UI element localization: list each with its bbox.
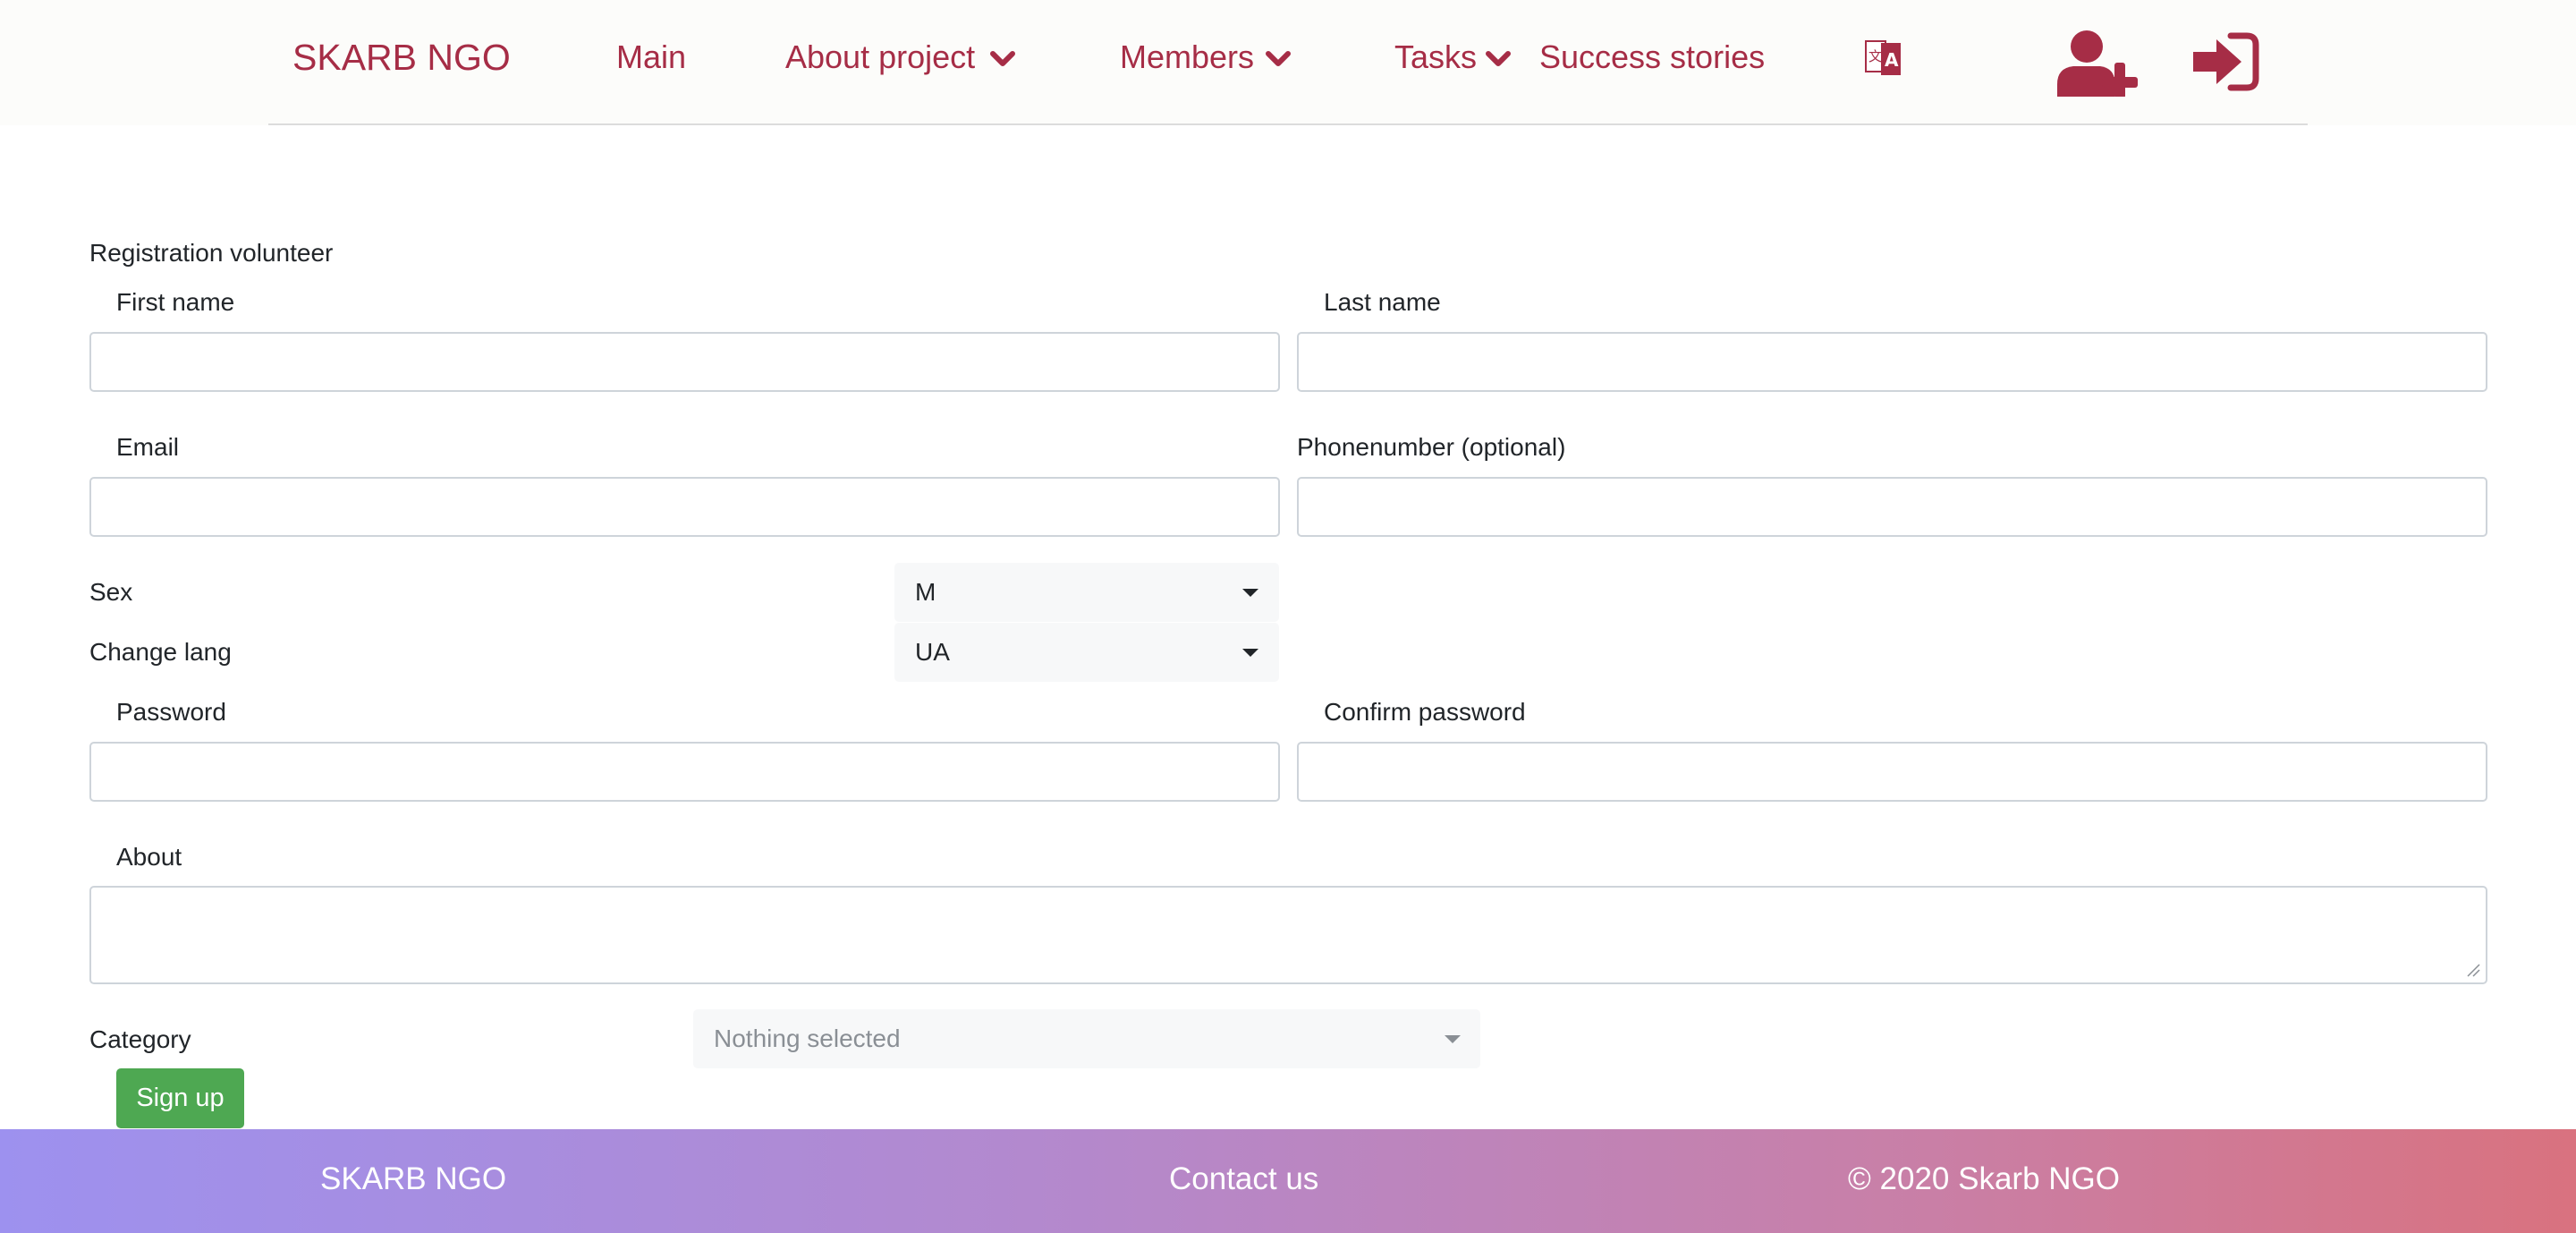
sex-select-value: M [915, 578, 936, 606]
nav-about-dropdown[interactable]: About project [785, 38, 975, 77]
phone-label: Phonenumber (optional) [1297, 433, 1566, 461]
email-input[interactable] [89, 477, 1280, 537]
email-label: Email [116, 433, 180, 461]
header-divider [268, 123, 2308, 125]
change-lang-label: Change lang [89, 638, 232, 666]
footer-copyright: © 2020 Skarb NGO [1848, 1161, 2120, 1196]
user-plus-icon[interactable] [2055, 29, 2145, 97]
about-textarea[interactable] [89, 886, 2487, 984]
password-input[interactable] [89, 742, 1280, 802]
translate-icon[interactable]: 文 A [1863, 36, 1903, 79]
footer-brand-link[interactable]: SKARB NGO [320, 1158, 506, 1201]
last-name-label: Last name [1324, 288, 1441, 316]
caret-down-icon [1242, 649, 1258, 657]
chevron-down-icon[interactable] [1485, 50, 1512, 68]
sex-select[interactable]: M [894, 563, 1279, 622]
confirm-password-label: Confirm password [1324, 698, 1526, 726]
nav-members-dropdown[interactable]: Members [1120, 38, 1254, 77]
caret-down-icon [1242, 589, 1258, 597]
first-name-input[interactable] [89, 332, 1280, 392]
nav-tasks-dropdown[interactable]: Tasks [1394, 38, 1477, 77]
category-label: Category [89, 1025, 191, 1053]
category-select[interactable]: Nothing selected [693, 1009, 1480, 1068]
resize-handle-icon[interactable] [2466, 963, 2480, 977]
form-title: Registration volunteer [89, 239, 334, 267]
sign-up-button[interactable]: Sign up [116, 1068, 244, 1128]
confirm-password-input[interactable] [1297, 742, 2487, 802]
category-select-placeholder: Nothing selected [714, 1025, 901, 1052]
about-label: About [116, 843, 182, 871]
chevron-down-icon[interactable] [1265, 50, 1292, 68]
change-lang-select-value: UA [915, 638, 950, 666]
top-navbar: SKARB NGO Main About project Members Tas… [0, 0, 2576, 125]
sex-label: Sex [89, 578, 133, 606]
sign-in-icon[interactable] [2191, 32, 2259, 91]
nav-main-link[interactable]: Main [616, 38, 686, 77]
first-name-label: First name [116, 288, 235, 316]
brand-logo-link[interactable]: SKARB NGO [292, 36, 511, 79]
password-label: Password [116, 698, 226, 726]
svg-text:文: 文 [1868, 48, 1882, 64]
change-lang-select[interactable]: UA [894, 623, 1279, 682]
svg-text:A: A [1885, 49, 1899, 71]
caret-down-icon [1445, 1035, 1461, 1043]
footer: SKARB NGO Contact us © 2020 Skarb NGO [0, 1129, 2576, 1233]
chevron-down-icon[interactable] [989, 50, 1016, 68]
phone-input[interactable] [1297, 477, 2487, 537]
footer-contact-link[interactable]: Contact us [1169, 1158, 1318, 1201]
nav-success-stories-link[interactable]: Success stories [1539, 38, 1765, 77]
last-name-input[interactable] [1297, 332, 2487, 392]
